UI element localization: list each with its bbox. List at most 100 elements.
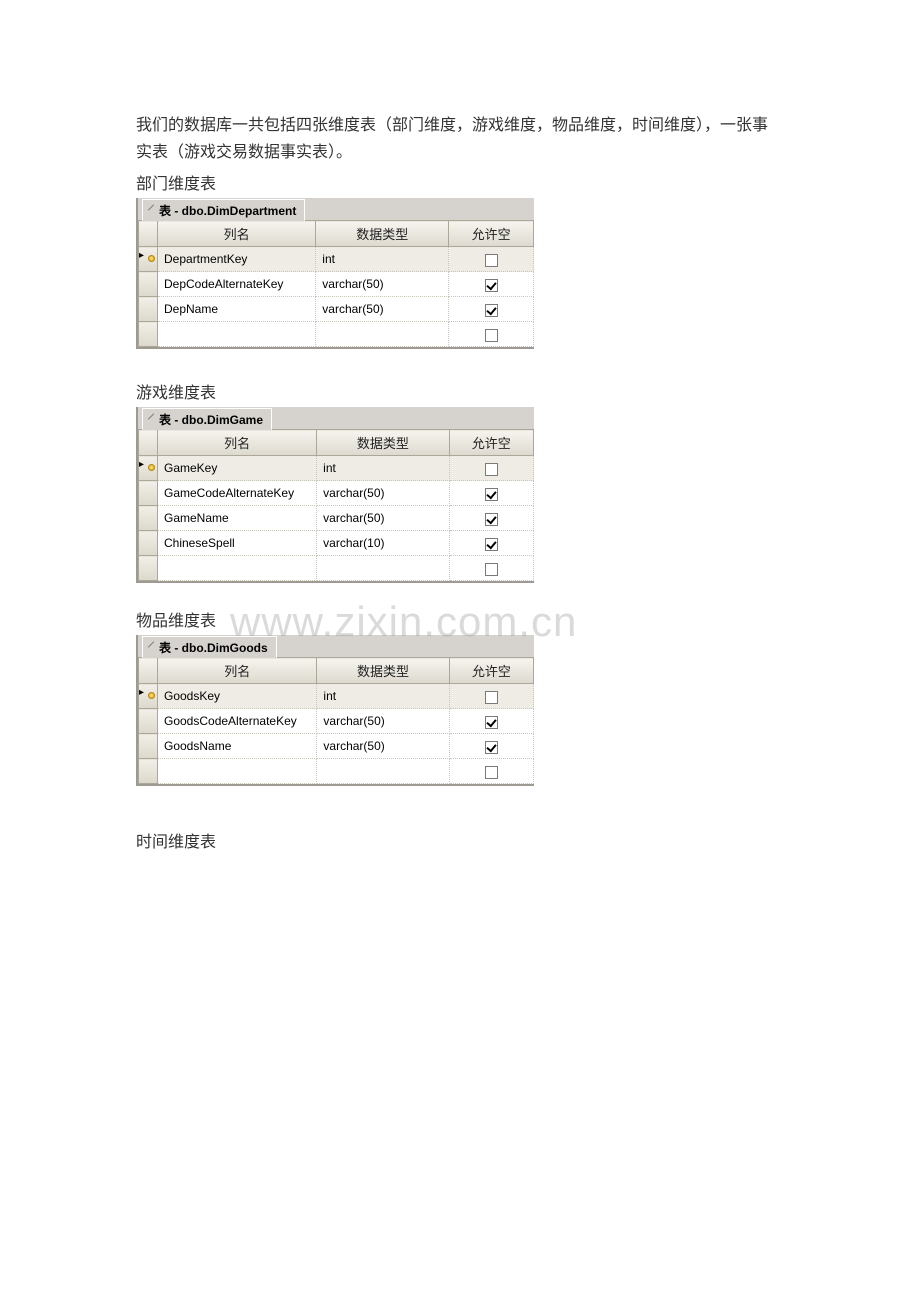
table-row-new[interactable]	[139, 322, 534, 347]
row-selector[interactable]	[139, 247, 158, 272]
row-selector[interactable]	[139, 556, 158, 581]
header-colname: 列名	[158, 221, 316, 247]
table-designer-dept: 表 - dbo.DimDepartment 列名 数据类型 允许空 Depart…	[136, 198, 534, 349]
allow-null-checkbox[interactable]	[485, 304, 498, 317]
cell-column-name[interactable]: GoodsCodeAlternateKey	[158, 709, 317, 734]
table-tab-dept[interactable]: 表 - dbo.DimDepartment	[142, 199, 305, 221]
cell-allow-null[interactable]	[449, 322, 534, 347]
allow-null-checkbox[interactable]	[485, 766, 498, 779]
table-row-new[interactable]	[139, 556, 534, 581]
cell-allow-null[interactable]	[449, 531, 533, 556]
table-tab-goods[interactable]: 表 - dbo.DimGoods	[142, 636, 277, 658]
cell-data-type[interactable]: int	[317, 684, 449, 709]
allow-null-checkbox[interactable]	[485, 538, 498, 551]
cell-column-name[interactable]	[158, 759, 317, 784]
row-selector[interactable]	[139, 272, 158, 297]
table-row[interactable]: GameNamevarchar(50)	[139, 506, 534, 531]
cell-allow-null[interactable]	[449, 506, 533, 531]
header-allownull: 允许空	[449, 221, 534, 247]
row-selector[interactable]	[139, 684, 158, 709]
cell-allow-null[interactable]	[449, 556, 533, 581]
cell-column-name[interactable]: DepName	[158, 297, 316, 322]
table-tab-game[interactable]: 表 - dbo.DimGame	[142, 408, 272, 430]
row-header-blank	[139, 430, 158, 456]
cell-data-type[interactable]: varchar(50)	[317, 709, 449, 734]
cell-column-name[interactable]: ChineseSpell	[158, 531, 317, 556]
table-row[interactable]: GameCodeAlternateKeyvarchar(50)	[139, 481, 534, 506]
table-designer-game: 表 - dbo.DimGame 列名 数据类型 允许空 GameKeyintGa…	[136, 407, 534, 583]
primary-key-icon	[141, 689, 155, 701]
header-datatype: 数据类型	[317, 430, 449, 456]
allow-null-checkbox[interactable]	[485, 488, 498, 501]
row-selector[interactable]	[139, 506, 158, 531]
cell-data-type[interactable]: varchar(50)	[317, 506, 449, 531]
table-row[interactable]: ChineseSpellvarchar(10)	[139, 531, 534, 556]
grid-goods: 列名 数据类型 允许空 GoodsKeyintGoodsCodeAlternat…	[138, 657, 534, 784]
row-selector[interactable]	[139, 734, 158, 759]
row-selector[interactable]	[139, 481, 158, 506]
header-colname: 列名	[158, 430, 317, 456]
cell-allow-null[interactable]	[449, 456, 533, 481]
cell-allow-null[interactable]	[449, 734, 533, 759]
cell-column-name[interactable]: GoodsKey	[158, 684, 317, 709]
allow-null-checkbox[interactable]	[485, 279, 498, 292]
grid-dept: 列名 数据类型 允许空 DepartmentKeyintDepCodeAlter…	[138, 220, 534, 347]
cell-data-type[interactable]: varchar(50)	[317, 481, 449, 506]
cell-column-name[interactable]: DepCodeAlternateKey	[158, 272, 316, 297]
cell-column-name[interactable]	[158, 556, 317, 581]
cell-allow-null[interactable]	[449, 481, 533, 506]
cell-allow-null[interactable]	[449, 759, 533, 784]
row-selector[interactable]	[139, 456, 158, 481]
table-row[interactable]: DepartmentKeyint	[139, 247, 534, 272]
allow-null-checkbox[interactable]	[485, 563, 498, 576]
row-header-blank	[139, 221, 158, 247]
table-row[interactable]: DepNamevarchar(50)	[139, 297, 534, 322]
cell-data-type[interactable]: varchar(50)	[316, 297, 449, 322]
row-selector[interactable]	[139, 322, 158, 347]
cell-column-name[interactable]	[158, 322, 316, 347]
section-label-time: 时间维度表	[136, 828, 820, 852]
primary-key-icon	[141, 252, 155, 264]
cell-column-name[interactable]: DepartmentKey	[158, 247, 316, 272]
cell-allow-null[interactable]	[449, 684, 533, 709]
section-label-dept: 部门维度表	[136, 170, 820, 194]
allow-null-checkbox[interactable]	[485, 741, 498, 754]
cell-data-type[interactable]: int	[317, 456, 449, 481]
cell-data-type[interactable]: varchar(50)	[316, 272, 449, 297]
header-allownull: 允许空	[449, 430, 533, 456]
grid-game: 列名 数据类型 允许空 GameKeyintGameCodeAlternateK…	[138, 429, 534, 581]
cell-data-type[interactable]: varchar(10)	[317, 531, 449, 556]
cell-column-name[interactable]: GoodsName	[158, 734, 317, 759]
table-row[interactable]: DepCodeAlternateKeyvarchar(50)	[139, 272, 534, 297]
allow-null-checkbox[interactable]	[485, 329, 498, 342]
allow-null-checkbox[interactable]	[485, 254, 498, 267]
table-row[interactable]: GoodsKeyint	[139, 684, 534, 709]
row-selector[interactable]	[139, 297, 158, 322]
row-selector[interactable]	[139, 531, 158, 556]
allow-null-checkbox[interactable]	[485, 716, 498, 729]
primary-key-icon	[141, 461, 155, 473]
allow-null-checkbox[interactable]	[485, 513, 498, 526]
cell-allow-null[interactable]	[449, 247, 534, 272]
row-selector[interactable]	[139, 759, 158, 784]
allow-null-checkbox[interactable]	[485, 463, 498, 476]
table-row[interactable]: GoodsCodeAlternateKeyvarchar(50)	[139, 709, 534, 734]
table-designer-goods: 表 - dbo.DimGoods 列名 数据类型 允许空 GoodsKeyint…	[136, 635, 534, 786]
cell-column-name[interactable]: GameCodeAlternateKey	[158, 481, 317, 506]
table-row-new[interactable]	[139, 759, 534, 784]
cell-data-type[interactable]: varchar(50)	[317, 734, 449, 759]
cell-allow-null[interactable]	[449, 297, 534, 322]
cell-data-type[interactable]	[317, 556, 449, 581]
table-row[interactable]: GoodsNamevarchar(50)	[139, 734, 534, 759]
cell-column-name[interactable]: GameName	[158, 506, 317, 531]
header-colname: 列名	[158, 658, 317, 684]
table-row[interactable]: GameKeyint	[139, 456, 534, 481]
cell-allow-null[interactable]	[449, 709, 533, 734]
cell-column-name[interactable]: GameKey	[158, 456, 317, 481]
row-selector[interactable]	[139, 709, 158, 734]
cell-allow-null[interactable]	[449, 272, 534, 297]
allow-null-checkbox[interactable]	[485, 691, 498, 704]
cell-data-type[interactable]	[317, 759, 449, 784]
cell-data-type[interactable]: int	[316, 247, 449, 272]
cell-data-type[interactable]	[316, 322, 449, 347]
